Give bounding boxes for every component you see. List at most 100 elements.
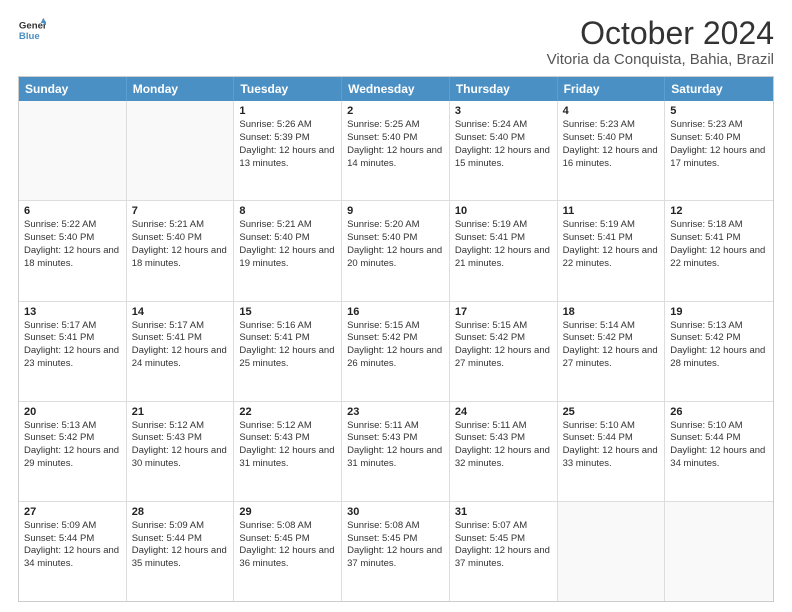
sunset-text: Sunset: 5:41 PM [455,232,552,245]
sunrise-text: Sunrise: 5:21 AM [132,219,229,232]
sunrise-text: Sunrise: 5:18 AM [670,219,768,232]
day-number: 13 [24,306,121,318]
cal-cell: 13 Sunrise: 5:17 AMSunset: 5:41 PMDayligh… [19,302,127,401]
day-number: 18 [563,306,660,318]
daylight-text: Daylight: 12 hours and 20 minutes. [347,245,444,271]
sunset-text: Sunset: 5:44 PM [670,432,768,445]
sunset-text: Sunset: 5:43 PM [455,432,552,445]
sunset-text: Sunset: 5:41 PM [239,332,336,345]
calendar: SundayMondayTuesdayWednesdayThursdayFrid… [18,76,774,602]
sunset-text: Sunset: 5:42 PM [670,332,768,345]
cal-cell: 3Sunrise: 5:24 AMSunset: 5:40 PMDaylight… [450,101,558,200]
sunset-text: Sunset: 5:45 PM [455,533,552,546]
sunset-text: Sunset: 5:44 PM [563,432,660,445]
header-day-tuesday: Tuesday [234,77,342,101]
day-number: 4 [563,105,660,117]
sunrise-text: Sunrise: 5:22 AM [24,219,121,232]
sunset-text: Sunset: 5:43 PM [132,432,229,445]
daylight-text: Daylight: 12 hours and 15 minutes. [455,145,552,171]
daylight-text: Daylight: 12 hours and 23 minutes. [24,345,121,371]
day-number: 31 [455,506,552,518]
daylight-text: Daylight: 12 hours and 31 minutes. [347,445,444,471]
day-number: 30 [347,506,444,518]
sunset-text: Sunset: 5:40 PM [239,232,336,245]
daylight-text: Daylight: 12 hours and 35 minutes. [132,545,229,571]
day-number: 1 [239,105,336,117]
week-row-5: 27Sunrise: 5:09 AMSunset: 5:44 PMDayligh… [19,501,773,601]
daylight-text: Daylight: 12 hours and 26 minutes. [347,345,444,371]
daylight-text: Daylight: 12 hours and 32 minutes. [455,445,552,471]
sunrise-text: Sunrise: 5:14 AM [563,320,660,333]
daylight-text: Daylight: 12 hours and 16 minutes. [563,145,660,171]
header-day-friday: Friday [558,77,666,101]
day-number: 10 [455,205,552,217]
sunrise-text: Sunrise: 5:15 AM [455,320,552,333]
daylight-text: Daylight: 12 hours and 30 minutes. [132,445,229,471]
day-number: 7 [132,205,229,217]
sunrise-text: Sunrise: 5:16 AM [239,320,336,333]
day-number: 28 [132,506,229,518]
logo: General Blue [18,16,46,44]
day-number: 24 [455,406,552,418]
daylight-text: Daylight: 12 hours and 13 minutes. [239,145,336,171]
cal-cell: 28 Sunrise: 5:09 AMSunset: 5:44 PMDayligh… [127,502,235,601]
sunset-text: Sunset: 5:45 PM [239,533,336,546]
day-number: 11 [563,205,660,217]
sunrise-text: Sunrise: 5:09 AM [132,520,229,533]
day-number: 21 [132,406,229,418]
sunset-text: Sunset: 5:40 PM [670,132,768,145]
day-number: 5 [670,105,768,117]
sunset-text: Sunset: 5:41 PM [24,332,121,345]
cal-cell: 25Sunrise: 5:10 AMSunset: 5:44 PMDayligh… [558,402,666,501]
cal-cell: 12Sunrise: 5:18 AMSunset: 5:41 PMDayligh… [665,201,773,300]
day-number: 16 [347,306,444,318]
day-number: 17 [455,306,552,318]
sunrise-text: Sunrise: 5:17 AM [24,320,121,333]
sunrise-text: Sunrise: 5:26 AM [239,119,336,132]
day-number: 27 [24,506,121,518]
sunrise-text: Sunrise: 5:23 AM [670,119,768,132]
sunrise-text: Sunrise: 5:19 AM [455,219,552,232]
cal-cell: 7Sunrise: 5:21 AMSunset: 5:40 PMDaylight… [127,201,235,300]
cal-cell: 11Sunrise: 5:19 AMSunset: 5:41 PMDayligh… [558,201,666,300]
cal-cell: 6Sunrise: 5:22 AMSunset: 5:40 PMDaylight… [19,201,127,300]
daylight-text: Daylight: 12 hours and 33 minutes. [563,445,660,471]
day-number: 15 [239,306,336,318]
day-number: 29 [239,506,336,518]
logo-icon: General Blue [18,16,46,44]
sunrise-text: Sunrise: 5:20 AM [347,219,444,232]
day-number: 22 [239,406,336,418]
sunrise-text: Sunrise: 5:15 AM [347,320,444,333]
sunrise-text: Sunrise: 5:24 AM [455,119,552,132]
cal-cell: 30Sunrise: 5:08 AMSunset: 5:45 PMDayligh… [342,502,450,601]
cal-cell: 9Sunrise: 5:20 AMSunset: 5:40 PMDaylight… [342,201,450,300]
daylight-text: Daylight: 12 hours and 31 minutes. [239,445,336,471]
day-number: 23 [347,406,444,418]
sunrise-text: Sunrise: 5:11 AM [455,420,552,433]
sunset-text: Sunset: 5:40 PM [132,232,229,245]
month-title: October 2024 [547,16,774,51]
calendar-body: 1Sunrise: 5:26 AMSunset: 5:39 PMDaylight… [19,101,773,601]
week-row-4: 20Sunrise: 5:13 AMSunset: 5:42 PMDayligh… [19,401,773,501]
day-number: 3 [455,105,552,117]
day-number: 6 [24,205,121,217]
daylight-text: Daylight: 12 hours and 36 minutes. [239,545,336,571]
daylight-text: Daylight: 12 hours and 14 minutes. [347,145,444,171]
cal-cell: 2Sunrise: 5:25 AMSunset: 5:40 PMDaylight… [342,101,450,200]
sunrise-text: Sunrise: 5:10 AM [670,420,768,433]
cal-cell: 18Sunrise: 5:14 AMSunset: 5:42 PMDayligh… [558,302,666,401]
sunset-text: Sunset: 5:42 PM [563,332,660,345]
header-day-sunday: Sunday [19,77,127,101]
sunset-text: Sunset: 5:44 PM [132,533,229,546]
sunset-text: Sunset: 5:44 PM [24,533,121,546]
daylight-text: Daylight: 12 hours and 17 minutes. [670,145,768,171]
cal-cell: 16Sunrise: 5:15 AMSunset: 5:42 PMDayligh… [342,302,450,401]
cal-cell [127,101,235,200]
sunrise-text: Sunrise: 5:11 AM [347,420,444,433]
sunset-text: Sunset: 5:42 PM [24,432,121,445]
cal-cell: 10Sunrise: 5:19 AMSunset: 5:41 PMDayligh… [450,201,558,300]
sunset-text: Sunset: 5:40 PM [563,132,660,145]
day-number: 19 [670,306,768,318]
cal-cell: 31Sunrise: 5:07 AMSunset: 5:45 PMDayligh… [450,502,558,601]
cal-cell: 14Sunrise: 5:17 AMSunset: 5:41 PMDayligh… [127,302,235,401]
